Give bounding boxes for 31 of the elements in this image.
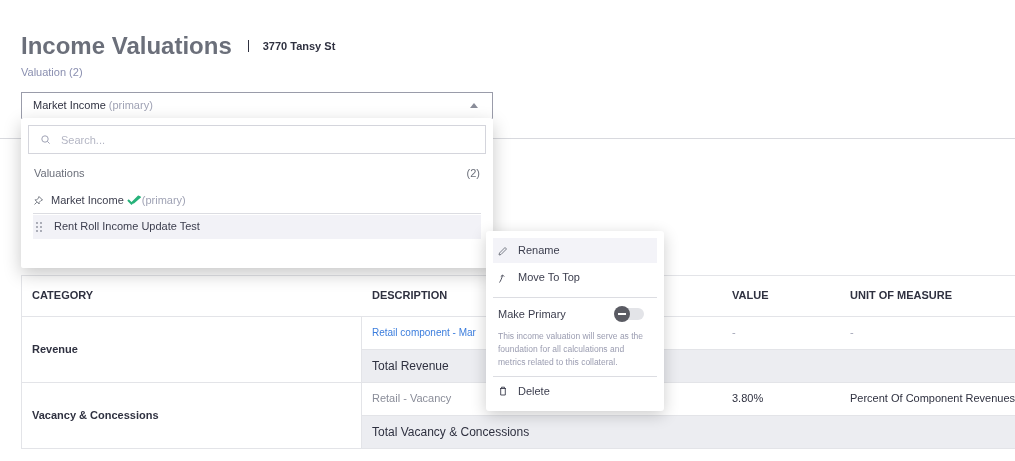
option-label: Rent Roll Income Update Test (54, 219, 200, 235)
unit-cell-text: Percent Of Component Revenues (849, 391, 1015, 407)
valuation-option[interactable]: Rent Roll Income Update Test (33, 214, 481, 239)
value-cell-text: - (731, 325, 737, 341)
page-title: Income Valuations (21, 33, 232, 59)
valuation-select[interactable]: Market Income (primary) (21, 91, 493, 119)
menu-item[interactable]: Rename (493, 238, 657, 263)
search-icon (41, 135, 50, 144)
valuation-option[interactable]: Market Income (primary) (33, 187, 481, 214)
toggle-label: Make Primary (498, 307, 566, 322)
group-count: (2) (466, 166, 480, 181)
primary-tag: (primary) (141, 191, 186, 209)
description-link[interactable]: Retail component - Mar (372, 327, 476, 339)
drag-handle-icon (36, 221, 42, 232)
unit-cell-text: - (849, 325, 855, 341)
valuation-count: Valuation (2) (21, 65, 84, 80)
column-header: DESCRIPTION (372, 288, 448, 304)
search-field[interactable]: Search... (28, 125, 486, 154)
group-label: Valuations (34, 166, 85, 181)
pin-icon (34, 195, 43, 205)
trash-icon (498, 386, 508, 396)
address-label: 3770 Tansy St (262, 38, 336, 54)
primary-toggle[interactable] (616, 308, 644, 321)
column-header: CATEGORY (32, 288, 94, 304)
column-header: UNIT OF MEASURE (850, 288, 953, 304)
option-label: Market Income (51, 192, 124, 208)
description-text: Retail - Vacancy (372, 392, 452, 405)
column-header: VALUE (732, 288, 769, 304)
pencil-icon (498, 245, 508, 256)
value-cell-text: 3.80% (731, 391, 765, 407)
total-row: Total Vacancy & Concessions (362, 415, 1015, 448)
